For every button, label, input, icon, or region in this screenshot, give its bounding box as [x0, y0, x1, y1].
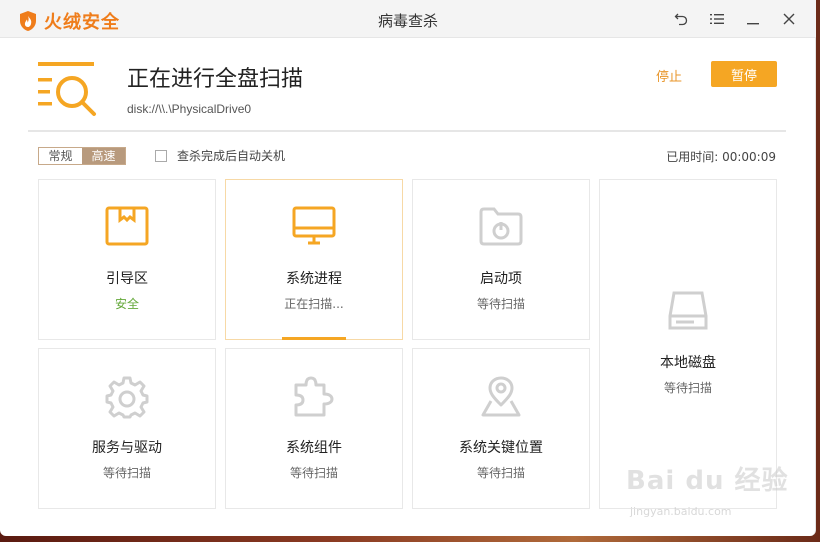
shield-flame-icon	[18, 10, 38, 32]
card-name: 启动项	[480, 271, 522, 287]
antivirus-window: 火绒安全 病毒查杀 正在进行全盘扫描 disk://\\.\PhysicalDr…	[0, 0, 816, 536]
card-name: 系统进程	[286, 271, 342, 287]
mode-fast-option[interactable]: 高速	[82, 148, 125, 164]
hard-disk-icon	[668, 290, 708, 332]
stop-button[interactable]: 停止	[656, 66, 682, 85]
scan-card-system-components[interactable]: 系统组件 等待扫描	[225, 348, 403, 509]
auto-shutdown-label: 查杀完成后自动关机	[177, 149, 286, 163]
gear-icon	[105, 375, 149, 419]
puzzle-icon	[292, 375, 336, 419]
card-status: 等待扫描	[663, 381, 712, 395]
scan-card-system-process[interactable]: 系统进程 正在扫描...	[225, 179, 403, 340]
elapsed-value: 00:00:09	[722, 150, 776, 164]
card-status: 安全	[114, 297, 139, 311]
scan-magnifier-icon	[36, 58, 96, 118]
location-pin-icon	[479, 375, 523, 419]
card-name: 系统组件	[286, 440, 342, 456]
scan-title: 正在进行全盘扫描	[127, 67, 304, 92]
scan-card-startup[interactable]: 启动项 等待扫描	[412, 179, 590, 340]
card-status: 等待扫描	[476, 466, 525, 480]
window-title: 病毒查杀	[377, 12, 438, 30]
minimize-icon[interactable]	[742, 8, 764, 30]
auto-shutdown-option[interactable]: 查杀完成后自动关机	[155, 147, 285, 164]
card-status: 等待扫描	[476, 297, 525, 311]
scan-card-boot-sector[interactable]: 引导区 安全	[38, 179, 216, 340]
scan-card-services-drivers[interactable]: 服务与驱动 等待扫描	[38, 348, 216, 509]
menu-icon[interactable]	[706, 8, 728, 30]
startup-folder-icon	[479, 206, 523, 246]
mode-normal-option[interactable]: 常规	[39, 148, 82, 164]
card-status: 等待扫描	[102, 466, 151, 480]
boot-sector-icon	[105, 206, 149, 246]
card-name: 系统关键位置	[459, 440, 543, 456]
scan-progress-indicator	[282, 337, 346, 340]
title-bar[interactable]: 火绒安全 病毒查杀	[0, 0, 816, 38]
auto-shutdown-checkbox[interactable]	[155, 149, 167, 162]
elapsed-time: 已用时间: 00:00:09	[666, 148, 776, 165]
card-status: 等待扫描	[289, 466, 338, 480]
scan-mode-toggle[interactable]: 常规 高速	[38, 147, 126, 165]
card-status: 正在扫描...	[284, 297, 344, 311]
back-icon[interactable]	[670, 8, 692, 30]
pause-button[interactable]: 暂停	[711, 61, 777, 87]
app-logo: 火绒安全	[18, 8, 120, 34]
scan-path: disk://\\.\PhysicalDrive0	[127, 102, 252, 116]
close-icon[interactable]	[778, 8, 800, 30]
monitor-icon	[292, 206, 336, 246]
scan-card-critical-locations[interactable]: 系统关键位置 等待扫描	[412, 348, 590, 509]
baidu-watermark: Bai du 经验	[626, 466, 789, 496]
header-divider	[28, 130, 786, 132]
card-name: 本地磁盘	[660, 355, 716, 371]
elapsed-label: 已用时间:	[666, 150, 719, 164]
baidu-watermark-url: jingyan.baidu.com	[630, 505, 732, 518]
logo-text: 火绒安全	[44, 12, 120, 33]
card-name: 服务与驱动	[92, 440, 162, 456]
card-name: 引导区	[106, 271, 148, 287]
